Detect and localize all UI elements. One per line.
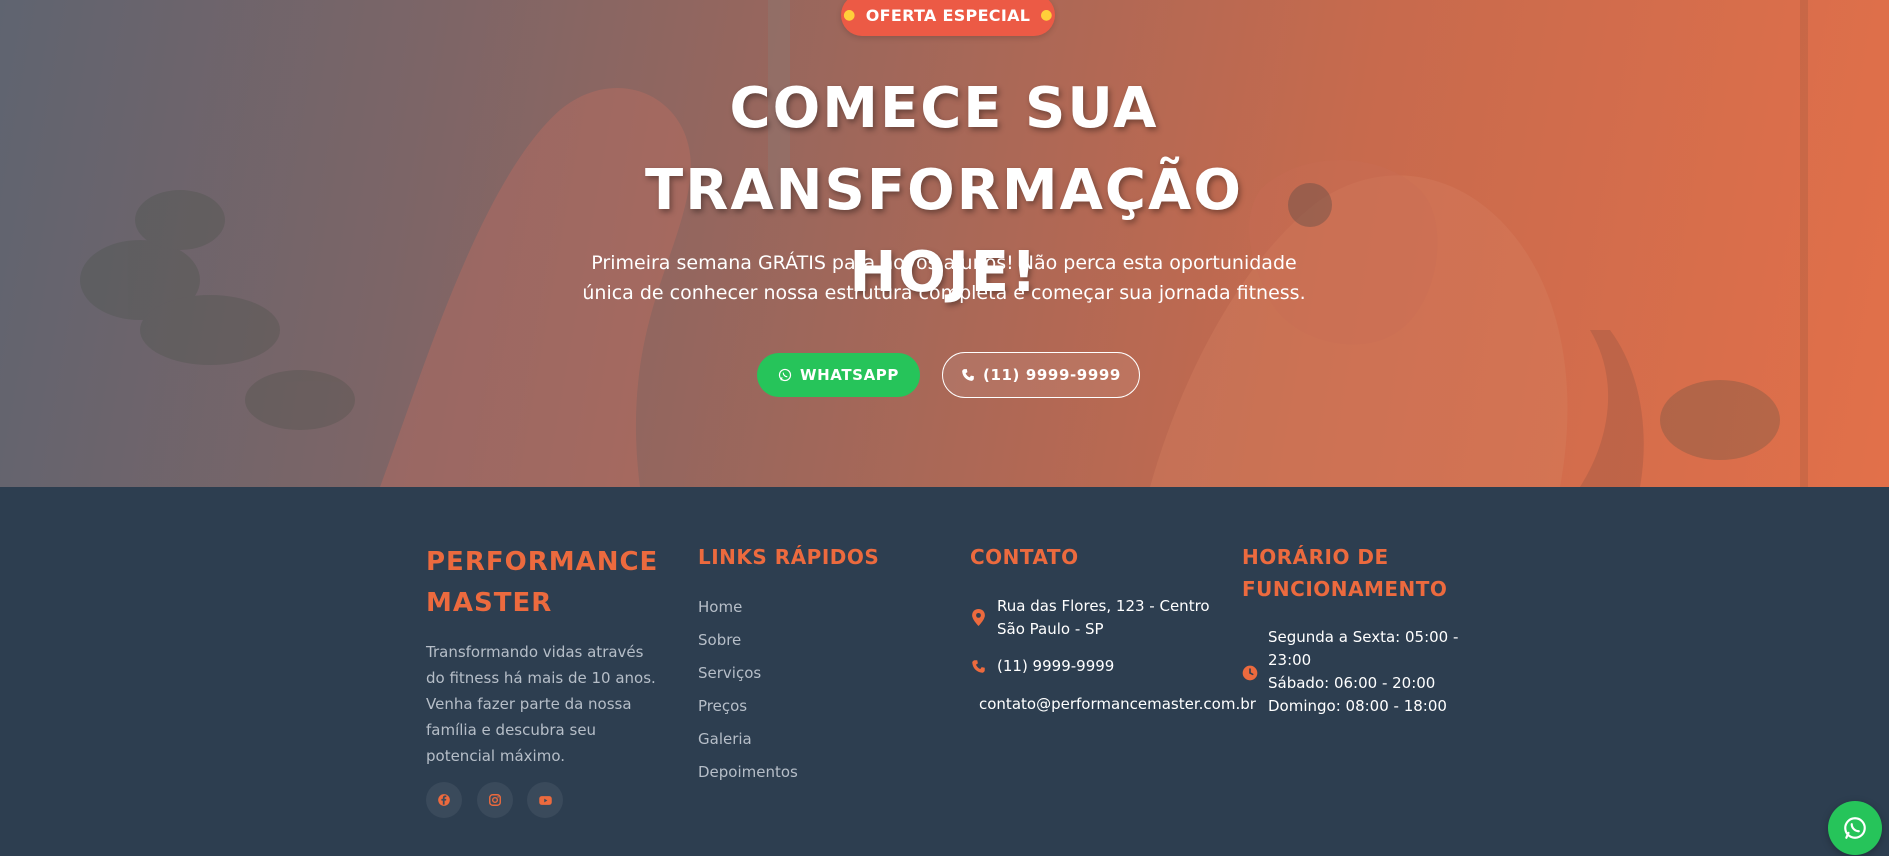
phone-icon	[962, 369, 974, 381]
instagram-icon	[489, 794, 501, 806]
brand-line2: MASTER	[426, 588, 553, 618]
hours-sunday: Domingo: 08:00 - 18:00	[1268, 697, 1447, 715]
special-offer-badge: ● OFERTA ESPECIAL ●	[841, 0, 1055, 36]
phone-icon	[972, 660, 985, 673]
badge-label: OFERTA ESPECIAL	[865, 5, 1031, 25]
hero-subtitle-line1: Primeira semana GRÁTIS para novos alunos…	[591, 252, 1297, 274]
hero-subtitle: Primeira semana GRÁTIS para novos alunos…	[574, 248, 1314, 308]
hours-weekdays-end: 23:00	[1268, 651, 1312, 669]
fire-icon: ●	[843, 7, 856, 23]
whatsapp-icon	[1844, 817, 1866, 839]
phone-button-label: (11) 9999-9999	[983, 366, 1121, 384]
floating-whatsapp-button[interactable]	[1828, 801, 1882, 855]
address: Rua das Flores, 123 - Centro São Paulo -…	[997, 595, 1210, 641]
hours-weekdays: Segunda a Sexta: 05:00 -	[1268, 628, 1459, 646]
facebook-link[interactable]	[426, 782, 462, 818]
youtube-icon	[538, 795, 552, 805]
youtube-link[interactable]	[527, 782, 563, 818]
hours-title: HORÁRIO DE FUNCIONAMENTO	[1242, 541, 1447, 605]
brand-line1: PERFORMANCE	[426, 547, 659, 577]
footer-link-servicos[interactable]: Serviços	[698, 664, 761, 682]
footer-link-precos[interactable]: Preços	[698, 697, 747, 715]
footer-link-sobre[interactable]: Sobre	[698, 631, 741, 649]
location-pin-icon	[972, 609, 985, 626]
clock-icon	[1242, 665, 1258, 681]
hours-title-line2: FUNCIONAMENTO	[1242, 577, 1448, 601]
brand-description: Transformando vidas através do fitness h…	[426, 643, 656, 765]
hero-section: ● OFERTA ESPECIAL ● COMECE SUA TRANSFORM…	[0, 0, 1889, 487]
whatsapp-button-label: WHATSAPP	[800, 366, 899, 384]
address-line2: São Paulo - SP	[997, 620, 1104, 638]
opening-hours: Segunda a Sexta: 05:00 - 23:00 Sábado: 0…	[1268, 626, 1458, 718]
footer-link-home[interactable]: Home	[698, 598, 742, 616]
whatsapp-icon	[778, 368, 792, 382]
phone-button[interactable]: (11) 9999-9999	[942, 352, 1140, 398]
instagram-link[interactable]	[477, 782, 513, 818]
contact-title: CONTATO	[970, 545, 1079, 569]
contact-email[interactable]: contato@performancemaster.com.br	[979, 693, 1256, 716]
hero-subtitle-line2: única de conhecer nossa estrutura comple…	[582, 282, 1306, 304]
address-line1: Rua das Flores, 123 - Centro	[997, 597, 1210, 615]
hours-title-line1: HORÁRIO DE	[1242, 545, 1389, 569]
footer-link-depoimentos[interactable]: Depoimentos	[698, 763, 798, 781]
hours-saturday: Sábado: 06:00 - 20:00	[1268, 674, 1436, 692]
footer-link-galeria[interactable]: Galeria	[698, 730, 752, 748]
facebook-icon	[438, 794, 450, 806]
whatsapp-button[interactable]: WHATSAPP	[757, 353, 920, 397]
fire-icon: ●	[1040, 7, 1053, 23]
links-title: LINKS RÁPIDOS	[698, 545, 880, 569]
footer: PERFORMANCE MASTER Transformando vidas a…	[0, 487, 1889, 856]
hero-title-line1: COMECE SUA TRANSFORMAÇÃO	[645, 76, 1243, 223]
footer-brand: PERFORMANCE MASTER	[426, 542, 659, 624]
contact-phone[interactable]: (11) 9999-9999	[997, 655, 1114, 678]
